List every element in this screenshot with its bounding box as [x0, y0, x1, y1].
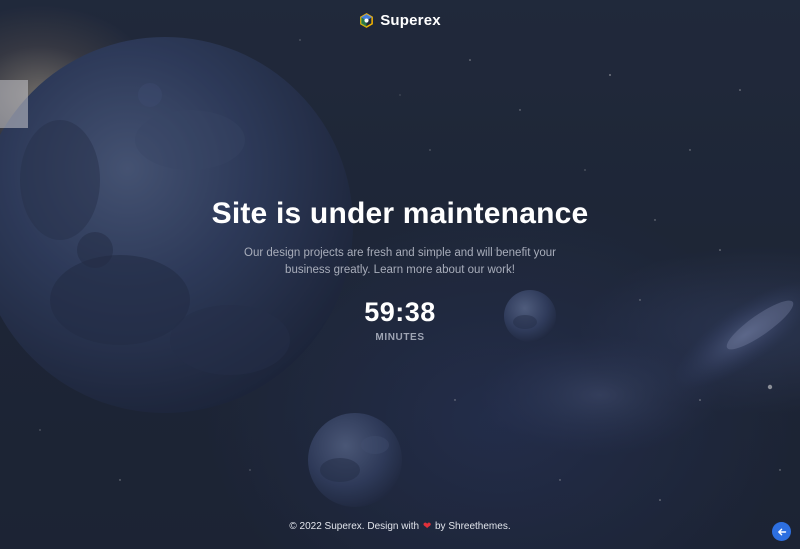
countdown-timer: 59:38 [364, 297, 436, 327]
page-subtitle: Our design projects are fresh and simple… [244, 247, 556, 276]
corner-block [0, 80, 28, 128]
heart-icon: ❤ [422, 521, 432, 532]
hexagon-logo-icon[interactable] [359, 13, 374, 28]
countdown: 59:38 MINUTES [0, 297, 800, 343]
maintenance-page: Superex Site is under maintenance Our de… [0, 0, 800, 549]
footer-copyright: © 2022 Superex. Design with [289, 521, 420, 532]
back-to-home-button[interactable] [772, 522, 791, 541]
footer: © 2022 Superex. Design with ❤ by Shreeth… [0, 521, 800, 532]
footer-credit[interactable]: by Shreethemes. [435, 521, 511, 532]
brand-name[interactable]: Superex [380, 12, 441, 29]
countdown-unit-label: MINUTES [375, 332, 425, 343]
arrow-left-icon [777, 528, 786, 535]
hero-section: Site is under maintenance Our design pro… [0, 197, 800, 343]
page-title: Site is under maintenance [211, 197, 589, 230]
brand-header: Superex [0, 12, 800, 29]
